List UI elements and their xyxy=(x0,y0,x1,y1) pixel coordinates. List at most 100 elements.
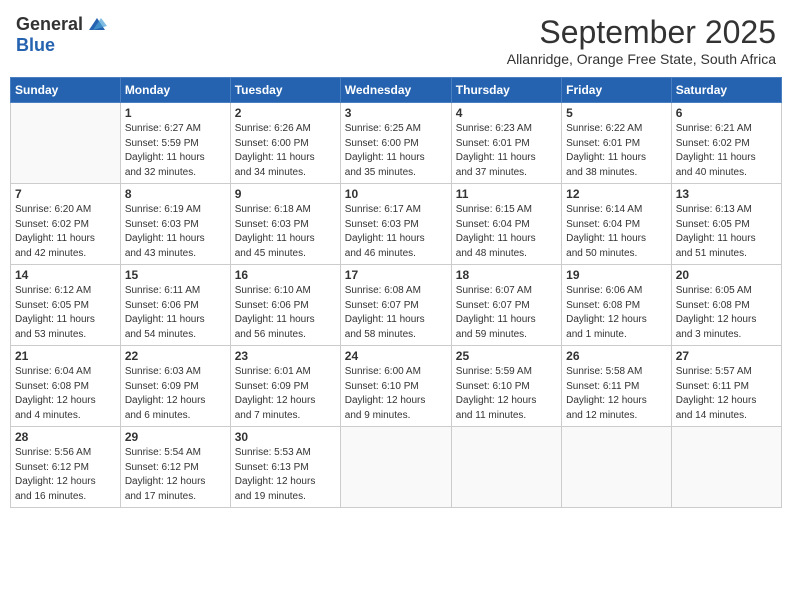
day-info: Sunrise: 6:07 AMSunset: 6:07 PMDaylight:… xyxy=(456,284,557,342)
calendar-week-row: 14 Sunrise: 6:12 AMSunset: 6:05 PMDayligh… xyxy=(11,265,782,346)
calendar-cell: 21 Sunrise: 6:04 AMSunset: 6:08 PMDayligh… xyxy=(11,346,121,427)
calendar-cell: 10Sunrise: 6:17 AMSunset: 6:03 PMDayligh… xyxy=(340,184,451,265)
calendar-cell: 17Sunrise: 6:08 AMSunset: 6:07 PMDayligh… xyxy=(340,265,451,346)
day-info: Sunrise: 6:11 AMSunset: 6:06 PMDaylight:… xyxy=(125,284,226,342)
day-number: 24 xyxy=(345,349,447,363)
day-info: Sunrise: 6:00 AMSunset: 6:10 PMDaylight:… xyxy=(345,365,447,423)
day-number: 20 xyxy=(676,268,777,282)
calendar-cell: 22Sunrise: 6:03 AMSunset: 6:09 PMDayligh… xyxy=(120,346,230,427)
calendar-cell: 11Sunrise: 6:15 AMSunset: 6:04 PMDayligh… xyxy=(451,184,561,265)
calendar-cell: 29 Sunrise: 5:54 AMSunset: 6:12 PMDayligh… xyxy=(120,427,230,508)
day-number: 16 xyxy=(235,268,336,282)
calendar-cell xyxy=(451,427,561,508)
calendar-cell: 30Sunrise: 5:53 AMSunset: 6:13 PMDayligh… xyxy=(230,427,340,508)
day-info: Sunrise: 6:26 AMSunset: 6:00 PMDaylight:… xyxy=(235,122,336,180)
calendar-cell: 23 Sunrise: 6:01 AMSunset: 6:09 PMDayligh… xyxy=(230,346,340,427)
day-number: 26 xyxy=(566,349,667,363)
calendar-cell: 28 Sunrise: 5:56 AMSunset: 6:12 PMDayligh… xyxy=(11,427,121,508)
calendar-cell: 16 Sunrise: 6:10 AMSunset: 6:06 PMDayligh… xyxy=(230,265,340,346)
day-info: Sunrise: 6:21 AMSunset: 6:02 PMDaylight:… xyxy=(676,122,777,180)
day-info: Sunrise: 6:22 AMSunset: 6:01 PMDaylight:… xyxy=(566,122,667,180)
day-info: Sunrise: 5:56 AMSunset: 6:12 PMDaylight:… xyxy=(15,446,116,504)
calendar-cell: 14 Sunrise: 6:12 AMSunset: 6:05 PMDayligh… xyxy=(11,265,121,346)
day-info: Sunrise: 5:54 AMSunset: 6:12 PMDaylight:… xyxy=(125,446,226,504)
day-number: 9 xyxy=(235,187,336,201)
calendar-week-row: 1Sunrise: 6:27 AMSunset: 5:59 PMDaylight… xyxy=(11,103,782,184)
day-info: Sunrise: 6:23 AMSunset: 6:01 PMDaylight:… xyxy=(456,122,557,180)
calendar-table: SundayMondayTuesdayWednesdayThursdayFrid… xyxy=(10,77,782,508)
calendar-cell: 3 Sunrise: 6:25 AMSunset: 6:00 PMDaylight… xyxy=(340,103,451,184)
day-number: 28 xyxy=(15,430,116,444)
day-number: 5 xyxy=(566,106,667,120)
day-number: 19 xyxy=(566,268,667,282)
day-number: 2 xyxy=(235,106,336,120)
day-info: Sunrise: 6:08 AMSunset: 6:07 PMDaylight:… xyxy=(345,284,447,342)
calendar-cell: 5 Sunrise: 6:22 AMSunset: 6:01 PMDaylight… xyxy=(562,103,672,184)
day-number: 4 xyxy=(456,106,557,120)
calendar-day-header: Friday xyxy=(562,78,672,103)
logo-icon xyxy=(85,16,107,34)
day-number: 14 xyxy=(15,268,116,282)
calendar-cell: 27Sunrise: 5:57 AMSunset: 6:11 PMDayligh… xyxy=(671,346,781,427)
calendar-cell: 13Sunrise: 6:13 AMSunset: 6:05 PMDayligh… xyxy=(671,184,781,265)
calendar-day-header: Tuesday xyxy=(230,78,340,103)
title-block: September 2025 Allanridge, Orange Free S… xyxy=(507,14,776,67)
day-number: 23 xyxy=(235,349,336,363)
day-number: 30 xyxy=(235,430,336,444)
calendar-header-row: SundayMondayTuesdayWednesdayThursdayFrid… xyxy=(11,78,782,103)
day-info: Sunrise: 6:18 AMSunset: 6:03 PMDaylight:… xyxy=(235,203,336,261)
day-info: Sunrise: 6:25 AMSunset: 6:00 PMDaylight:… xyxy=(345,122,447,180)
location-subtitle: Allanridge, Orange Free State, South Afr… xyxy=(507,51,776,67)
day-info: Sunrise: 6:10 AMSunset: 6:06 PMDaylight:… xyxy=(235,284,336,342)
day-number: 7 xyxy=(15,187,116,201)
logo-blue-text: Blue xyxy=(16,35,55,56)
calendar-cell: 9 Sunrise: 6:18 AMSunset: 6:03 PMDaylight… xyxy=(230,184,340,265)
calendar-day-header: Sunday xyxy=(11,78,121,103)
day-info: Sunrise: 6:01 AMSunset: 6:09 PMDaylight:… xyxy=(235,365,336,423)
calendar-cell: 25Sunrise: 5:59 AMSunset: 6:10 PMDayligh… xyxy=(451,346,561,427)
day-number: 6 xyxy=(676,106,777,120)
day-info: Sunrise: 6:15 AMSunset: 6:04 PMDaylight:… xyxy=(456,203,557,261)
calendar-week-row: 7 Sunrise: 6:20 AMSunset: 6:02 PMDaylight… xyxy=(11,184,782,265)
day-info: Sunrise: 6:13 AMSunset: 6:05 PMDaylight:… xyxy=(676,203,777,261)
calendar-cell: 26 Sunrise: 5:58 AMSunset: 6:11 PMDayligh… xyxy=(562,346,672,427)
calendar-cell: 15 Sunrise: 6:11 AMSunset: 6:06 PMDayligh… xyxy=(120,265,230,346)
calendar-week-row: 28 Sunrise: 5:56 AMSunset: 6:12 PMDayligh… xyxy=(11,427,782,508)
day-number: 21 xyxy=(15,349,116,363)
day-number: 3 xyxy=(345,106,447,120)
day-number: 15 xyxy=(125,268,226,282)
day-number: 18 xyxy=(456,268,557,282)
calendar-day-header: Saturday xyxy=(671,78,781,103)
day-info: Sunrise: 6:04 AMSunset: 6:08 PMDaylight:… xyxy=(15,365,116,423)
day-number: 12 xyxy=(566,187,667,201)
day-number: 29 xyxy=(125,430,226,444)
logo-general-text: General xyxy=(16,14,83,35)
day-number: 27 xyxy=(676,349,777,363)
day-info: Sunrise: 6:27 AMSunset: 5:59 PMDaylight:… xyxy=(125,122,226,180)
day-info: Sunrise: 6:05 AMSunset: 6:08 PMDaylight:… xyxy=(676,284,777,342)
day-number: 8 xyxy=(125,187,226,201)
month-title: September 2025 xyxy=(507,14,776,51)
page-header: General Blue September 2025 Allanridge, … xyxy=(10,10,782,71)
calendar-day-header: Wednesday xyxy=(340,78,451,103)
calendar-cell: 18 Sunrise: 6:07 AMSunset: 6:07 PMDayligh… xyxy=(451,265,561,346)
calendar-cell: 1Sunrise: 6:27 AMSunset: 5:59 PMDaylight… xyxy=(120,103,230,184)
calendar-cell: 6 Sunrise: 6:21 AMSunset: 6:02 PMDaylight… xyxy=(671,103,781,184)
calendar-cell: 20 Sunrise: 6:05 AMSunset: 6:08 PMDayligh… xyxy=(671,265,781,346)
day-info: Sunrise: 6:14 AMSunset: 6:04 PMDaylight:… xyxy=(566,203,667,261)
day-info: Sunrise: 6:19 AMSunset: 6:03 PMDaylight:… xyxy=(125,203,226,261)
calendar-week-row: 21 Sunrise: 6:04 AMSunset: 6:08 PMDayligh… xyxy=(11,346,782,427)
calendar-cell: 24 Sunrise: 6:00 AMSunset: 6:10 PMDayligh… xyxy=(340,346,451,427)
day-info: Sunrise: 6:12 AMSunset: 6:05 PMDaylight:… xyxy=(15,284,116,342)
day-info: Sunrise: 5:58 AMSunset: 6:11 PMDaylight:… xyxy=(566,365,667,423)
calendar-day-header: Monday xyxy=(120,78,230,103)
calendar-day-header: Thursday xyxy=(451,78,561,103)
calendar-cell xyxy=(11,103,121,184)
calendar-cell: 4 Sunrise: 6:23 AMSunset: 6:01 PMDaylight… xyxy=(451,103,561,184)
day-info: Sunrise: 6:20 AMSunset: 6:02 PMDaylight:… xyxy=(15,203,116,261)
day-info: Sunrise: 6:03 AMSunset: 6:09 PMDaylight:… xyxy=(125,365,226,423)
calendar-cell xyxy=(671,427,781,508)
logo: General Blue xyxy=(16,14,107,56)
day-number: 25 xyxy=(456,349,557,363)
day-info: Sunrise: 6:17 AMSunset: 6:03 PMDaylight:… xyxy=(345,203,447,261)
